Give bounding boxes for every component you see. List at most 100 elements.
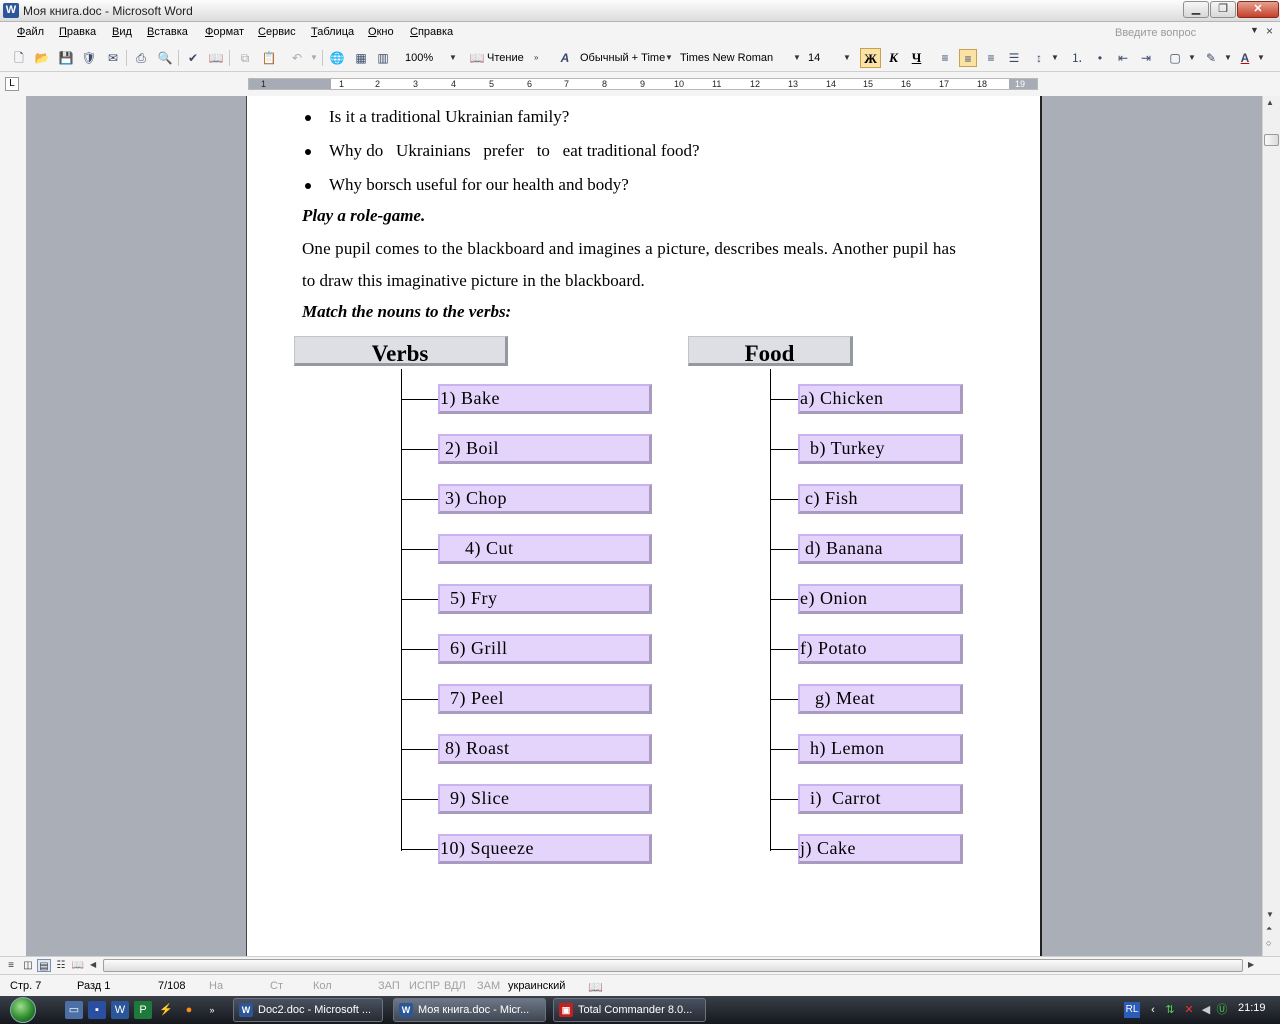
update-icon[interactable]: Ⓤ <box>1214 1002 1230 1018</box>
style-dropdown-icon[interactable]: ▼ <box>665 49 673 67</box>
status-track-changes[interactable]: ИСПР <box>409 980 440 992</box>
chevron-down-icon[interactable]: ▼ <box>1250 25 1259 35</box>
align-left-icon[interactable]: ≡ <box>936 49 954 67</box>
menu-window[interactable]: Окно <box>368 26 394 38</box>
undo-icon[interactable]: ↶ <box>288 49 306 67</box>
scroll-up-icon[interactable]: ▲ <box>1266 98 1274 107</box>
scroll-right-icon[interactable]: ▶ <box>1248 960 1254 969</box>
menu-insert[interactable]: Вставка <box>147 26 188 38</box>
normal-view-icon[interactable]: ≡ <box>4 959 18 972</box>
document-page[interactable]: Is it a traditional Ukrainian family? Wh… <box>246 96 1042 956</box>
style-select[interactable]: Обычный + Time <box>580 49 665 67</box>
highlight-icon[interactable]: ✎ <box>1202 49 1220 67</box>
scroll-down-icon[interactable]: ▼ <box>1266 910 1274 919</box>
table-icon[interactable]: ▦ <box>352 49 370 67</box>
vertical-scrollbar[interactable]: ▲ ▼ ⏶ ○ <box>1262 96 1280 956</box>
save-quicklaunch-icon[interactable]: ▪ <box>88 1001 106 1019</box>
line-spacing-icon[interactable]: ↕ <box>1030 49 1048 67</box>
toolbar-options-icon[interactable]: » <box>534 49 538 67</box>
task-doc2[interactable]: W Doc2.doc - Microsoft ... <box>233 998 383 1022</box>
antivirus-icon[interactable]: ✕ <box>1181 1002 1197 1018</box>
menu-file[interactable]: Файл <box>17 26 44 38</box>
outline-view-icon[interactable]: ☷ <box>54 959 68 972</box>
menu-edit[interactable]: Правка <box>59 26 96 38</box>
save-icon[interactable]: 💾 <box>57 49 75 67</box>
print-preview-icon[interactable]: 🔍 <box>156 49 174 67</box>
print-icon[interactable]: ⎙ <box>132 49 150 67</box>
scroll-left-icon[interactable]: ◀ <box>90 960 96 969</box>
print-layout-icon[interactable]: ▤ <box>37 959 51 972</box>
columns-icon[interactable]: ▥ <box>374 49 392 67</box>
font-dropdown-icon[interactable]: ▼ <box>793 49 801 67</box>
new-document-icon[interactable]: 🗋 <box>10 49 28 67</box>
web-view-icon[interactable]: ◫ <box>21 959 35 972</box>
borders-icon[interactable]: ▢ <box>1166 49 1184 67</box>
undo-dropdown-icon[interactable]: ▼ <box>310 49 318 67</box>
research-icon[interactable]: 📖 <box>207 49 225 67</box>
spelling-icon[interactable]: ✔ <box>184 49 202 67</box>
status-language[interactable]: украинский <box>508 980 565 992</box>
permission-icon[interactable]: 🛡 <box>80 49 98 67</box>
menu-table[interactable]: Таблица <box>311 26 354 38</box>
reading-view-icon[interactable]: 📖 <box>71 959 85 972</box>
underline-button[interactable]: Ч <box>906 48 927 68</box>
reading-mode-button[interactable]: Чтение <box>487 49 524 67</box>
ask-question-input[interactable]: Введите вопрос <box>1112 25 1262 41</box>
reading-layout-icon[interactable]: 📖 <box>468 49 486 67</box>
highlight-dropdown-icon[interactable]: ▼ <box>1224 49 1232 67</box>
close-document-icon[interactable]: × <box>1266 24 1273 38</box>
font-color-dropdown-icon[interactable]: ▼ <box>1257 49 1265 67</box>
more-quicklaunch-icon[interactable]: » <box>203 1001 221 1019</box>
numbering-icon[interactable]: ⒈ <box>1068 49 1086 67</box>
language-indicator[interactable]: RL <box>1124 1002 1140 1018</box>
font-size-select[interactable]: 14 <box>808 49 820 67</box>
borders-dropdown-icon[interactable]: ▼ <box>1188 49 1196 67</box>
menu-tools[interactable]: Сервис <box>258 26 296 38</box>
scroll-thumb[interactable] <box>1264 134 1279 146</box>
firefox-icon[interactable]: ● <box>180 1001 198 1019</box>
font-size-dropdown-icon[interactable]: ▼ <box>843 49 851 67</box>
show-desktop-icon[interactable]: ▭ <box>65 1001 83 1019</box>
copy-icon[interactable]: ⧉ <box>236 49 254 67</box>
font-select[interactable]: Times New Roman <box>680 49 773 67</box>
bold-button[interactable]: Ж <box>860 48 881 68</box>
zoom-select[interactable]: 100% <box>405 49 433 67</box>
horizontal-scrollbar[interactable]: ◀ ▶ <box>90 959 1258 973</box>
align-right-icon[interactable]: ≡ <box>982 49 1000 67</box>
zoom-dropdown-icon[interactable]: ▼ <box>449 49 457 67</box>
previous-page-icon[interactable]: ⏶ <box>1266 924 1272 934</box>
task-total-commander[interactable]: ▣ Total Commander 8.0... <box>553 998 706 1022</box>
justify-icon[interactable]: ☰ <box>1005 49 1023 67</box>
paste-icon[interactable]: 📋 <box>260 49 278 67</box>
ruler-strip[interactable]: 1 1 2 3 4 5 6 7 8 9 10 11 12 13 14 15 16… <box>248 78 1038 90</box>
tab-stop-selector[interactable]: L <box>5 77 19 91</box>
word-quicklaunch-icon[interactable]: W <box>111 1001 129 1019</box>
publisher-quicklaunch-icon[interactable]: P <box>134 1001 152 1019</box>
horizontal-scroll-thumb[interactable] <box>103 959 1243 972</box>
select-browse-object-icon[interactable]: ○ <box>1266 938 1271 948</box>
word-app-icon[interactable]: W <box>3 3 19 18</box>
font-color-icon[interactable]: A <box>1236 49 1254 67</box>
email-icon[interactable]: ✉ <box>104 49 122 67</box>
minimize-button[interactable]: ▁ <box>1183 1 1209 18</box>
bullets-icon[interactable]: • <box>1091 49 1109 67</box>
align-center-icon[interactable]: ≡ <box>959 49 977 67</box>
close-button[interactable]: ✕ <box>1237 1 1279 18</box>
menu-help[interactable]: Справка <box>410 26 453 38</box>
spelling-status-icon[interactable]: 📖 <box>588 980 603 994</box>
open-folder-icon[interactable]: 📂 <box>33 49 51 67</box>
menu-format[interactable]: Формат <box>205 26 244 38</box>
volume-icon[interactable]: ◀ <box>1198 1002 1214 1018</box>
start-button[interactable] <box>4 996 44 1024</box>
status-overtype[interactable]: ЗАМ <box>477 980 500 992</box>
hyperlink-icon[interactable]: 🌐 <box>328 49 346 67</box>
menu-view[interactable]: Вид <box>112 26 132 38</box>
horizontal-ruler[interactable]: L 1 1 2 3 4 5 6 7 8 9 10 11 12 13 14 15 … <box>0 72 1280 96</box>
task-current-document[interactable]: W Моя книга.doc - Micr... <box>393 998 546 1022</box>
increase-indent-icon[interactable]: ⇥ <box>1137 49 1155 67</box>
maximize-button[interactable]: ❐ <box>1210 1 1236 18</box>
tray-expand-icon[interactable]: ‹ <box>1145 1002 1161 1018</box>
styles-pane-icon[interactable]: A <box>556 49 574 67</box>
network-icon[interactable]: ⇅ <box>1162 1002 1178 1018</box>
status-extend[interactable]: ВДЛ <box>444 980 466 992</box>
